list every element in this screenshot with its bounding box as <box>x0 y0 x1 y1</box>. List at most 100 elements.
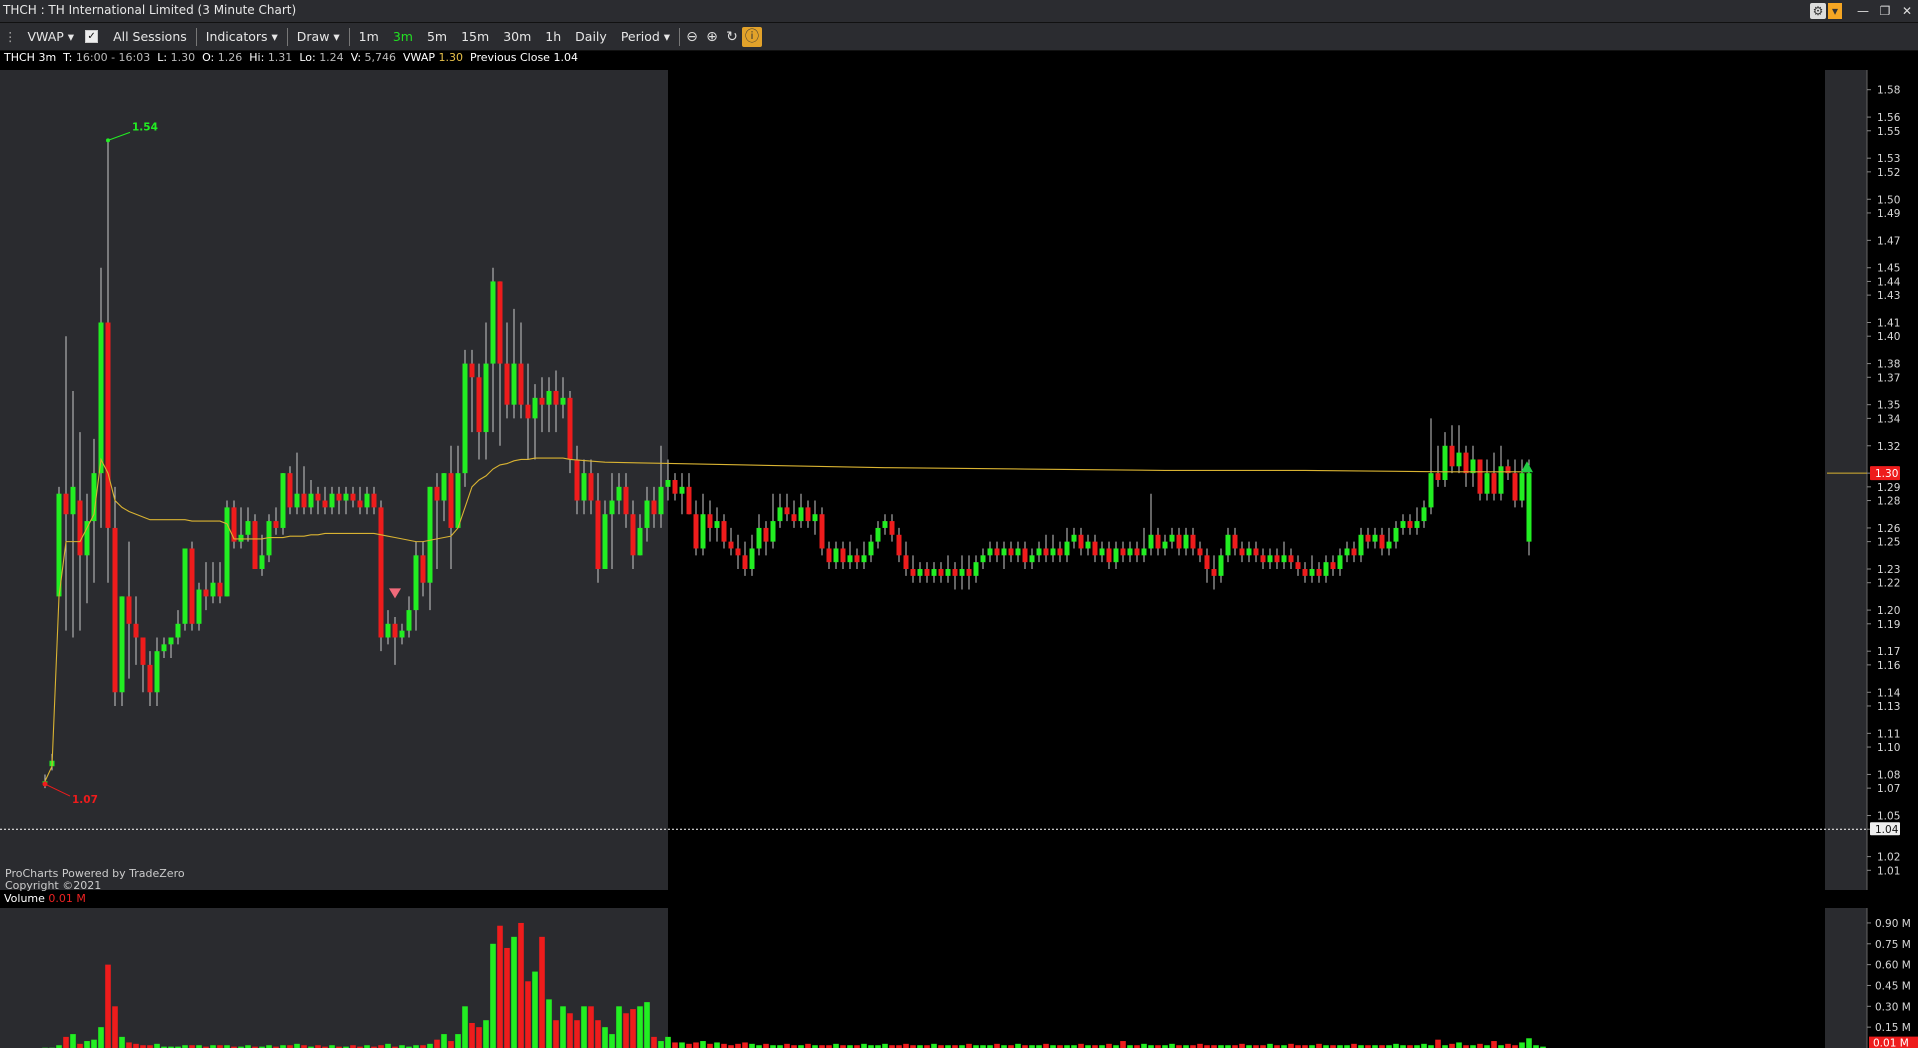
restore-icon[interactable]: ❐ <box>1874 4 1896 18</box>
candle-body <box>847 555 853 563</box>
settings-dropdown-icon[interactable]: ▾ <box>1828 3 1842 19</box>
price-chart-panel[interactable]: 1.58 1.56 1.55 1.53 1.52 1.50 1.49 1.47 1.45 1.44… <box>0 70 1918 890</box>
volume-bar <box>1421 1043 1427 1048</box>
volume-chart-panel[interactable]: 0.90 M 0.75 M 0.60 M 0.45 M 0.30 M 0.15 M 0.01… <box>0 908 1918 1048</box>
candle-body <box>497 281 503 364</box>
price-chart[interactable]: 1.58 1.56 1.55 1.53 1.52 1.50 1.49 1.47 1.451.44… <box>0 70 1918 890</box>
price-tick-label: 1.16 <box>1877 660 1901 672</box>
refresh-icon[interactable]: ↻ <box>722 29 742 45</box>
candle-body <box>917 569 923 576</box>
volume-bar <box>665 1036 671 1048</box>
volume-bar <box>1120 1041 1126 1048</box>
all-sessions-button[interactable]: All Sessions <box>106 29 194 44</box>
close-icon[interactable]: ✕ <box>1896 4 1918 18</box>
candle-body <box>1358 534 1364 556</box>
period-dropdown[interactable]: Period ▾ <box>614 29 677 44</box>
candle-body <box>700 514 706 549</box>
price-tick-label: 1.43 <box>1877 290 1900 302</box>
candle-body <box>1393 527 1399 542</box>
timeframe-5m[interactable]: 5m <box>420 29 454 44</box>
candle-body <box>672 480 678 494</box>
candle-body <box>1379 534 1385 549</box>
timeframe-daily[interactable]: Daily <box>568 29 614 44</box>
volume-bar <box>1141 1043 1147 1048</box>
zoom-out-icon[interactable]: ⊖ <box>682 29 702 45</box>
candle-body <box>189 548 195 624</box>
volume-bar <box>567 1013 573 1048</box>
price-tick-label: 1.29 <box>1877 482 1900 494</box>
toolbar-divider <box>348 27 350 46</box>
candle-body <box>1127 548 1133 556</box>
volume-bar <box>679 1042 685 1048</box>
candle-body <box>140 637 146 665</box>
candle-body <box>616 486 622 501</box>
draw-dropdown[interactable]: Draw ▾ <box>290 29 347 44</box>
timeframe-1h[interactable]: 1h <box>538 29 568 44</box>
volume-bar <box>1505 1043 1511 1048</box>
candle-body <box>784 507 790 515</box>
volume-bar <box>742 1042 748 1048</box>
price-tick-label: 1.23 <box>1877 564 1900 576</box>
volume-bar <box>1449 1043 1455 1048</box>
candle-body <box>511 363 517 405</box>
settings-gear-icon[interactable]: ⚙ <box>1810 3 1826 19</box>
price-tick-label: 1.32 <box>1877 441 1900 453</box>
candle-body <box>84 521 90 556</box>
volume-tick-label: 0.15 M <box>1875 1022 1911 1034</box>
volume-bar <box>931 1043 937 1048</box>
candle-body <box>385 623 391 638</box>
timeframe-30m[interactable]: 30m <box>496 29 538 44</box>
vwap-checkbox[interactable]: ✓ <box>85 30 99 43</box>
volume-bar <box>784 1043 790 1048</box>
info-vwap-label: VWAP <box>403 51 435 64</box>
volume-bar <box>882 1043 888 1048</box>
candle-body <box>1526 473 1532 542</box>
info-icon[interactable]: ⓘ <box>742 26 763 47</box>
candle-body <box>1449 445 1455 467</box>
vwap-dropdown[interactable]: VWAP ▾ <box>21 29 82 44</box>
candle-body <box>742 555 748 570</box>
candle-body <box>1246 548 1252 556</box>
volume-bar <box>98 1027 104 1048</box>
candle-body <box>1225 534 1231 556</box>
previous-close-tag-label: 1.04 <box>1875 824 1899 836</box>
volume-bar <box>1435 1039 1441 1048</box>
candle-body <box>70 486 76 515</box>
zoom-in-icon[interactable]: ⊕ <box>702 29 722 45</box>
candle-body <box>1008 548 1014 556</box>
draw-label: Draw <box>296 29 330 44</box>
timeframe-15m[interactable]: 15m <box>454 29 496 44</box>
candle-body <box>462 363 468 474</box>
volume-bar <box>763 1043 769 1048</box>
volume-bar <box>483 1020 489 1048</box>
candle-body <box>1169 534 1175 542</box>
candle-body <box>651 500 657 515</box>
volume-bar <box>903 1043 909 1048</box>
volume-header: Volume 0.01 M <box>0 892 1918 908</box>
candle-body <box>728 541 734 549</box>
candle-body <box>98 322 104 474</box>
info-high-value: 1.31 <box>267 51 293 64</box>
candle-body <box>1015 548 1021 556</box>
volume-chart[interactable]: 0.90 M 0.75 M 0.60 M 0.45 M 0.30 M 0.15 M 0.01… <box>0 908 1918 1048</box>
candle-body <box>154 651 160 693</box>
minimize-icon[interactable]: — <box>1852 4 1874 18</box>
candle-body <box>1484 473 1490 494</box>
timeframe-1m[interactable]: 1m <box>352 29 386 44</box>
candle-body <box>791 514 797 522</box>
candle-body <box>1309 569 1315 576</box>
volume-bar <box>434 1039 440 1048</box>
candle-body <box>546 390 552 405</box>
candle-body <box>1232 534 1238 549</box>
info-vwap-value: 1.30 <box>438 51 464 64</box>
indicators-dropdown[interactable]: Indicators ▾ <box>199 29 285 44</box>
candle-body <box>686 486 692 515</box>
timeframe-3m[interactable]: 3m <box>386 29 420 44</box>
volume-bar <box>588 1006 594 1048</box>
volume-bar <box>1316 1043 1322 1048</box>
volume-bar <box>1197 1043 1203 1048</box>
info-last-label: L: <box>157 51 168 64</box>
candle-body <box>420 555 426 583</box>
candle-body <box>210 582 216 597</box>
volume-bar <box>455 1034 461 1048</box>
